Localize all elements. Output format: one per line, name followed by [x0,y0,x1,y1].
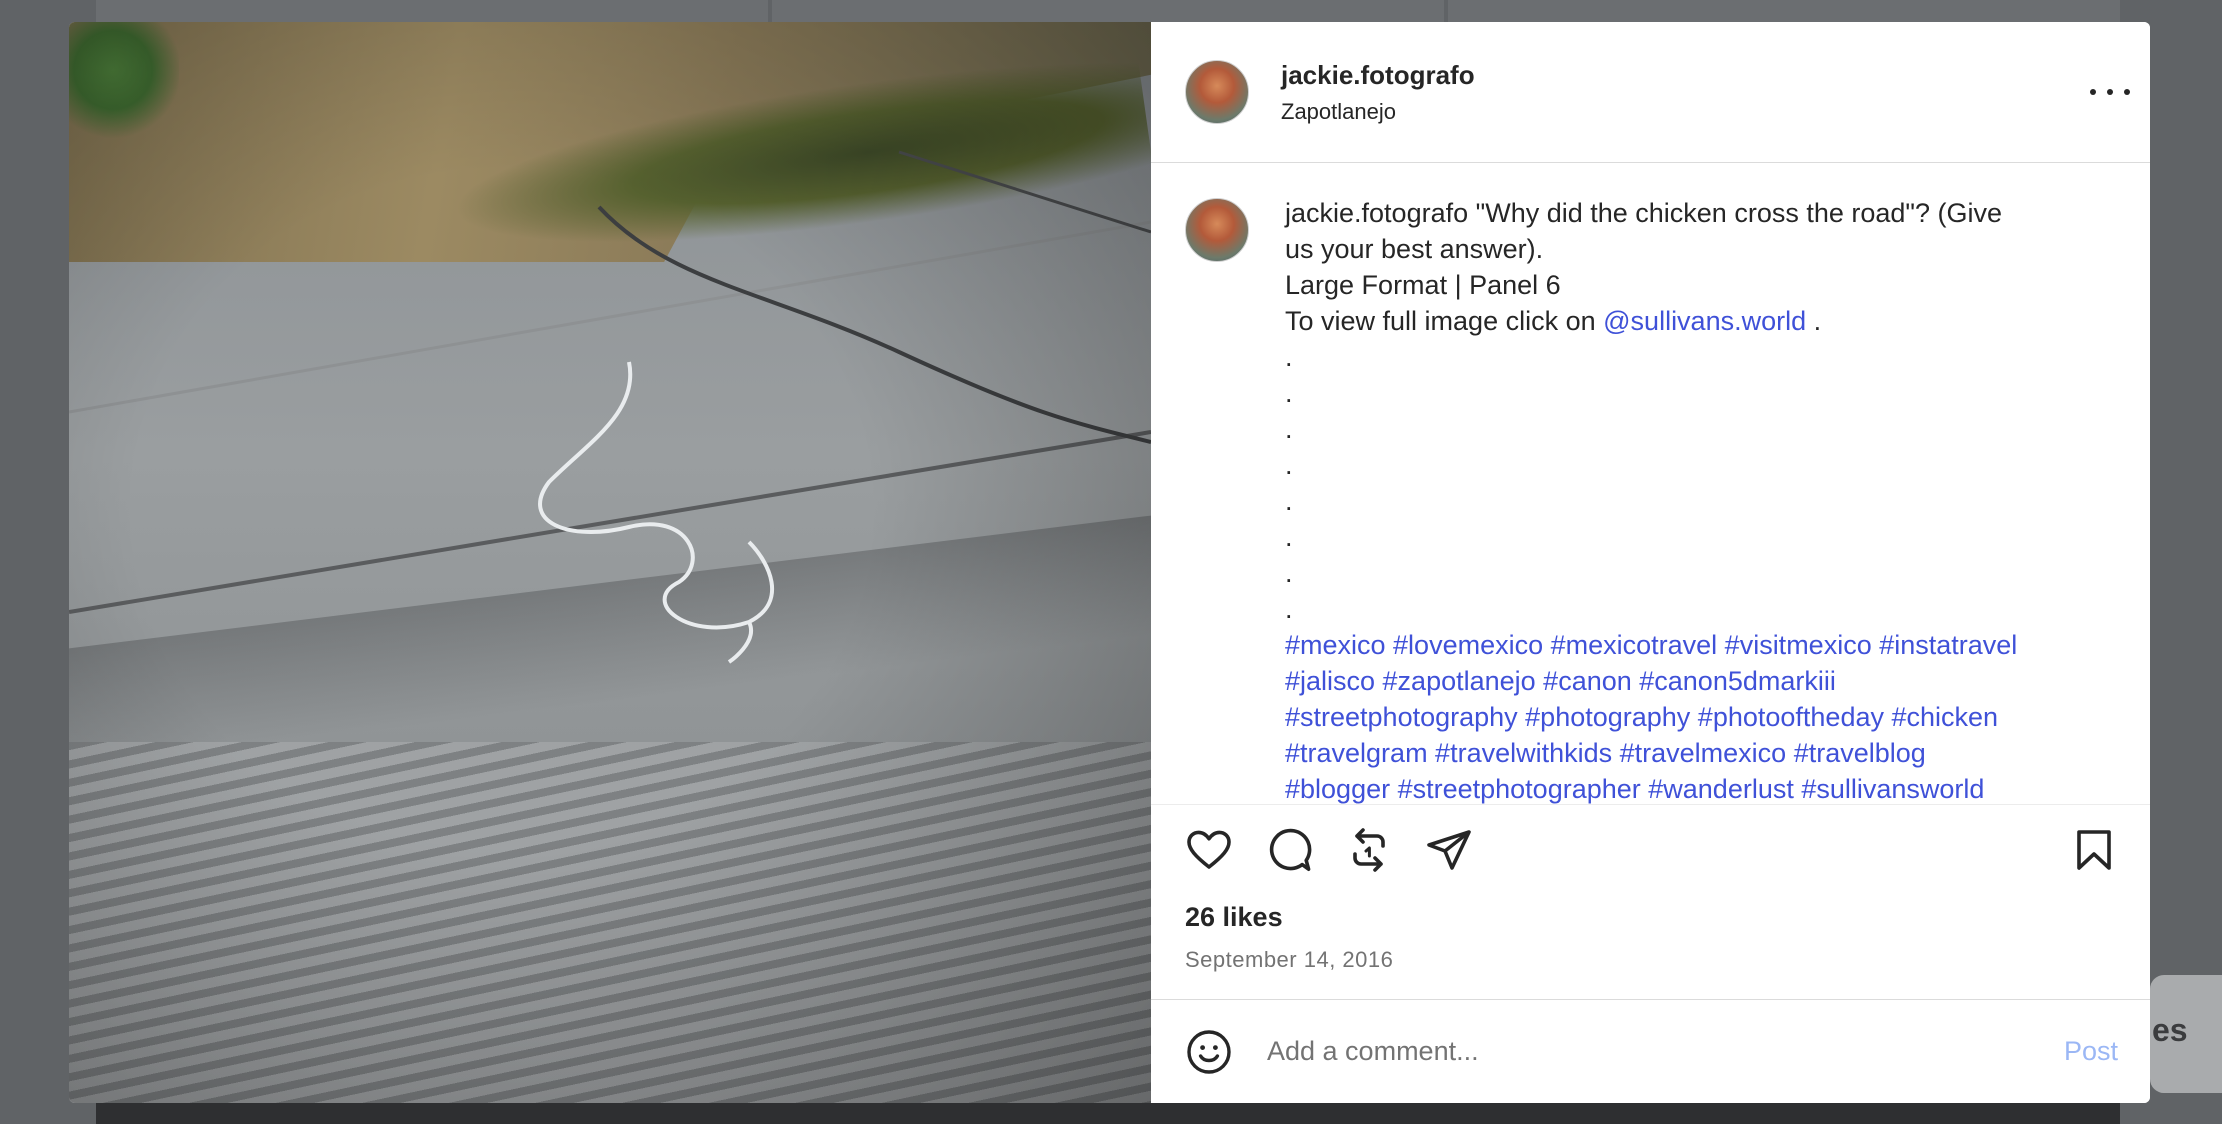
caption-dot: . [1285,414,1293,444]
hashtag-list: #mexico #lovemexico #mexicotravel #visit… [1285,627,2115,804]
caption-username[interactable]: jackie.fotografo [1285,198,1468,228]
comment-input[interactable] [1265,1035,2064,1068]
emoji-smiley-icon[interactable] [1185,1028,1233,1076]
more-options-icon [2124,89,2130,95]
action-bar [1151,804,2150,894]
caption-dot: . [1285,522,1293,552]
caption-dot: . [1285,378,1293,408]
caption-row: jackie.fotografo "Why did the chicken cr… [1185,195,2118,804]
caption-dot: . [1285,450,1293,480]
caption-link-line: To view full image click on @sullivans.w… [1285,303,2115,339]
hashtag-line[interactable]: #streetphotography #photography #photoof… [1285,699,2115,735]
author-username[interactable]: jackie.fotografo [1281,60,1475,91]
more-options-button[interactable] [2090,82,2130,102]
post-location[interactable]: Zapotlanejo [1281,99,1475,125]
add-comment-bar: Post [1151,999,2150,1103]
author-info: jackie.fotografo Zapotlanejo [1281,60,1475,125]
caption-dot: . [1285,594,1293,624]
share-paper-plane-icon[interactable] [1425,826,1473,874]
caption-dot: . [1285,558,1293,588]
caption-text: us your best answer). [1285,234,1544,264]
post-photo[interactable] [69,22,1151,1103]
caption-text: "Why did the chicken cross the road"? (G… [1475,198,2003,228]
hashtag-line[interactable]: #jalisco #zapotlanejo #canon #canon5dmar… [1285,663,2115,699]
hashtag-line[interactable]: #mexico #lovemexico #mexicotravel #visit… [1285,627,2115,663]
caption-author-avatar[interactable] [1185,198,1249,262]
post-modal: jackie.fotografo Zapotlanejo jackie.foto… [69,22,2150,1103]
save-bookmark-icon[interactable] [2070,826,2118,874]
caption-link-prefix: To view full image click on [1285,306,1596,336]
caption-text: Large Format | Panel 6 [1285,270,1561,300]
comment-bubble-icon[interactable] [1265,826,1313,874]
post-caption: jackie.fotografo "Why did the chicken cr… [1285,195,2115,804]
caption-dot: . [1285,342,1293,372]
comments-section[interactable]: jackie.fotografo "Why did the chicken cr… [1151,163,2150,804]
author-avatar[interactable] [1185,60,1249,124]
like-heart-icon[interactable] [1185,826,1233,874]
photo-vignette [69,22,1151,1103]
mention-link[interactable]: @sullivans.world [1603,306,1806,336]
post-comment-button[interactable]: Post [2064,1036,2118,1067]
caption-dot: . [1285,486,1293,516]
post-header: jackie.fotografo Zapotlanejo [1151,22,2150,163]
post-details-panel: jackie.fotografo Zapotlanejo jackie.foto… [1151,22,2150,1103]
post-date[interactable]: September 14, 2016 [1151,947,2150,973]
hashtag-line[interactable]: #travelgram #travelwithkids #travelmexic… [1285,735,2115,771]
background-feed-strip [96,1102,2120,1124]
hashtag-line[interactable]: #blogger #streetphotographer #wanderlust… [1285,771,2115,804]
more-options-icon [2107,89,2113,95]
like-count[interactable]: 26 likes [1151,902,2150,933]
background-peek-text: es [2152,1012,2188,1048]
caption-link-suffix: . [1813,306,1822,336]
more-options-icon [2090,89,2096,95]
repost-icon[interactable] [1345,826,1393,874]
